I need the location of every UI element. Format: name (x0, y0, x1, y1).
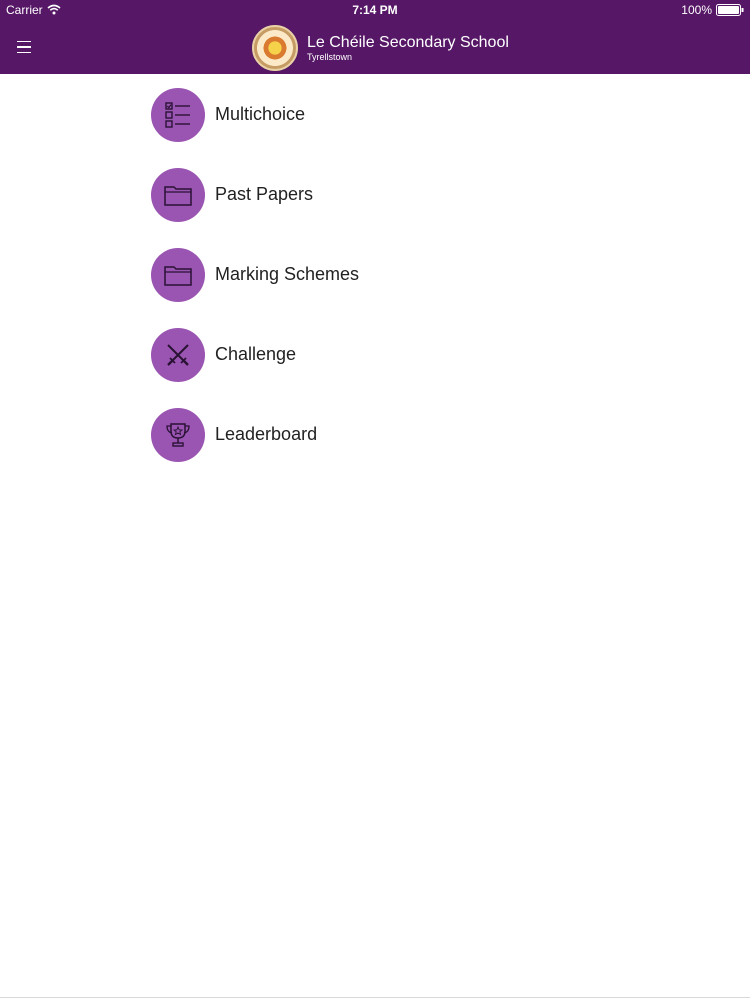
bottom-divider (0, 997, 750, 998)
menu-item-leaderboard[interactable]: Leaderboard (151, 407, 359, 462)
app-header: Carrier 7:14 PM 100% Le Chéile Secondary… (0, 0, 750, 74)
main-menu: Multichoice Past Papers Marking Schemes (151, 87, 359, 487)
school-logo (252, 25, 298, 71)
menu-item-label: Leaderboard (215, 424, 318, 444)
status-time: 7:14 PM (352, 3, 398, 17)
battery-percentage: 100% (681, 3, 712, 17)
checklist-icon (151, 87, 205, 142)
menu-item-label: Past Papers (215, 184, 314, 204)
menu-item-label: Challenge (215, 344, 297, 364)
menu-item-marking-schemes[interactable]: Marking Schemes (151, 247, 359, 302)
folder-icon (151, 247, 205, 302)
menu-item-label: Marking Schemes (215, 264, 360, 284)
school-subtitle: Tyrellstown (307, 52, 353, 62)
menu-item-multichoice[interactable]: Multichoice (151, 87, 359, 142)
menu-item-label: Multichoice (215, 104, 306, 124)
trophy-icon (151, 407, 205, 462)
hamburger-menu-icon[interactable] (12, 36, 36, 58)
battery-icon (716, 4, 744, 16)
status-bar: Carrier 7:14 PM 100% (0, 0, 750, 20)
menu-item-challenge[interactable]: Challenge (151, 327, 359, 382)
menu-item-past-papers[interactable]: Past Papers (151, 167, 359, 222)
school-brand: Le Chéile Secondary School Tyrellstown (252, 25, 509, 71)
crossed-swords-icon (151, 327, 205, 382)
folder-icon (151, 167, 205, 222)
school-title: Le Chéile Secondary School (307, 34, 509, 51)
